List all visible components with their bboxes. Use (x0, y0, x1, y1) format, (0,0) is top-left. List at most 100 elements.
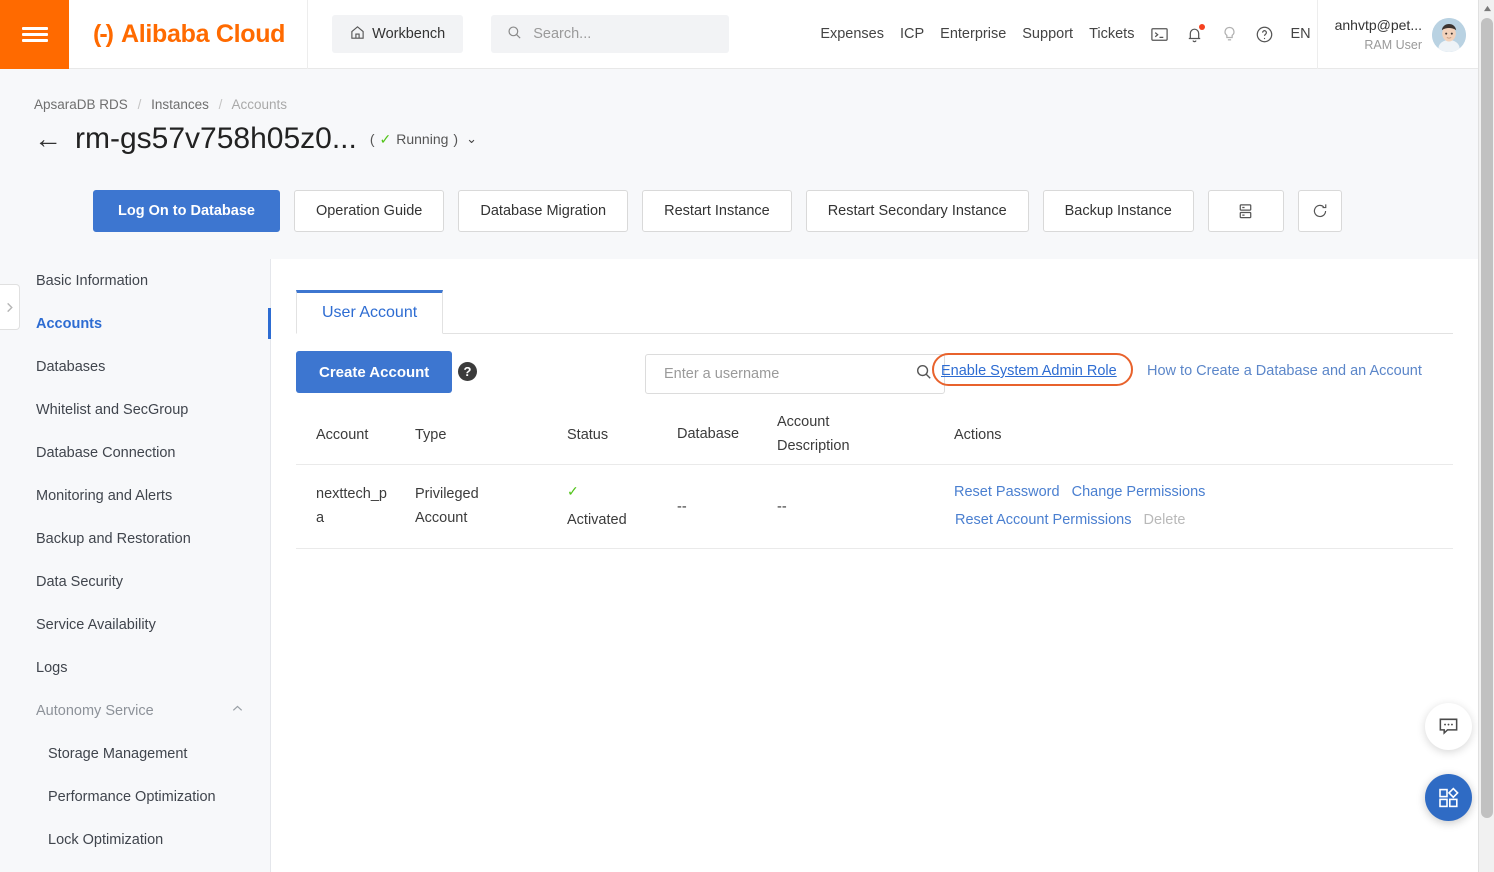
sidebar-item-storage-management[interactable]: Storage Management (0, 732, 270, 775)
user-name: anhvtp@pet... (1334, 17, 1422, 34)
instance-action-bar: Log On to Database Operation Guide Datab… (93, 190, 1342, 232)
scroll-up-arrow-icon[interactable] (1479, 0, 1494, 17)
brand-name: Alibaba Cloud (120, 20, 286, 48)
help-circle-icon[interactable]: ? (458, 362, 477, 381)
refresh-icon[interactable] (1297, 190, 1342, 232)
user-menu[interactable]: anhvtp@pet... RAM User (1316, 0, 1478, 69)
nav-support[interactable]: Support (1022, 26, 1073, 42)
chevron-down-icon: ⌄ (466, 131, 477, 146)
page-title: rm-gs57v758h05z0... (75, 122, 357, 155)
nav-expenses[interactable]: Expenses (820, 26, 884, 42)
accounts-table: Account Type Status Database Account Des… (296, 405, 1453, 549)
sidebar-item-data-security[interactable]: Data Security (0, 560, 270, 603)
home-icon (350, 25, 365, 44)
bell-badge (1199, 23, 1206, 30)
global-search-input[interactable]: Search... (491, 15, 730, 53)
sidebar-item-accounts[interactable]: Accounts (0, 302, 271, 345)
browser-scrollbar[interactable] (1478, 0, 1494, 872)
table-toolbar: Create Account ? Enter a username Enable… (296, 351, 1453, 397)
sidebar-collapse-toggle[interactable] (0, 284, 20, 330)
back-arrow-icon[interactable]: ← (34, 125, 62, 153)
terminal-icon[interactable] (1150, 25, 1169, 44)
sidebar-item-performance-optimization[interactable]: Performance Optimization (0, 775, 270, 818)
server-list-icon[interactable] (1207, 190, 1284, 232)
bell-icon[interactable] (1185, 23, 1206, 44)
table-header-row: Account Type Status Database Account Des… (296, 405, 1453, 465)
create-account-button[interactable]: Create Account (296, 351, 453, 393)
breadcrumb: ApsaraDB RDS / Instances / Accounts (34, 97, 287, 112)
avatar[interactable] (1432, 17, 1466, 52)
actions-line-1: Reset Password Change Permissions (954, 479, 1453, 507)
tab-bar: User Account (296, 290, 1453, 334)
sidebar-group-label: Autonomy Service (36, 702, 154, 719)
language-selector[interactable]: EN (1290, 26, 1310, 42)
lightbulb-icon[interactable] (1220, 25, 1239, 44)
check-icon: ✓ (567, 483, 579, 500)
reset-account-permissions-link[interactable]: Reset Account Permissions (955, 512, 1132, 528)
user-text: anhvtp@pet... RAM User (1335, 15, 1422, 53)
workbench-button[interactable]: Workbench (332, 15, 464, 53)
sidebar-item-monitoring-and-alerts[interactable]: Monitoring and Alerts (0, 474, 270, 517)
sidebar-item-logs[interactable]: Logs (0, 646, 270, 689)
breadcrumb-separator: / (218, 97, 223, 112)
log-on-to-database-button[interactable]: Log On to Database (93, 190, 280, 232)
breadcrumb-item-instances[interactable]: Instances (151, 97, 209, 112)
backup-instance-button[interactable]: Backup Instance (1042, 190, 1194, 232)
nav-enterprise[interactable]: Enterprise (940, 26, 1006, 42)
enable-system-admin-role-link[interactable]: Enable System Admin Role (941, 363, 1117, 379)
column-header-actions: Actions (954, 426, 1002, 443)
top-nav: Expenses ICP Enterprise Support Tickets (820, 0, 1316, 68)
search-icon[interactable] (916, 364, 932, 385)
reset-password-link[interactable]: Reset Password (954, 484, 1060, 500)
column-header-account: Account (316, 426, 369, 443)
brand-logo[interactable]: (-) Alibaba Cloud (69, 0, 309, 69)
status-paren-close: ) (453, 131, 459, 147)
change-permissions-link[interactable]: Change Permissions (1072, 484, 1206, 500)
page-root: (-) Alibaba Cloud Workbench Search... Ex… (0, 0, 1494, 872)
sidebar-item-service-availability[interactable]: Service Availability (0, 603, 270, 646)
status-paren-open: ( (369, 131, 375, 147)
nav-tickets[interactable]: Tickets (1089, 26, 1134, 42)
hamburger-icon[interactable] (0, 0, 69, 69)
sidebar-item-whitelist-and-secgroup[interactable]: Whitelist and SecGroup (0, 388, 270, 431)
search-icon (507, 25, 522, 44)
check-icon: ✓ (379, 130, 392, 147)
apps-grid-icon[interactable] (1425, 774, 1472, 821)
global-search-placeholder: Search... (533, 26, 592, 42)
status-label: Activated (567, 512, 627, 528)
help-circle-icon[interactable] (1255, 25, 1274, 44)
nav-icp[interactable]: ICP (900, 26, 924, 42)
content-card: User Account Create Account ? Enter a us… (271, 259, 1478, 872)
scrollbar-thumb[interactable] (1481, 18, 1493, 818)
cell-type: Privileged Account (415, 486, 479, 526)
sidebar-item-basic-information[interactable]: Basic Information (0, 259, 270, 302)
username-search-input[interactable]: Enter a username (645, 354, 945, 394)
restart-secondary-instance-button[interactable]: Restart Secondary Instance (805, 190, 1029, 232)
left-sidebar: Basic Information Accounts Databases Whi… (0, 259, 271, 872)
breadcrumb-item-apsaradb-rds[interactable]: ApsaraDB RDS (34, 97, 128, 112)
cell-database: -- (677, 498, 687, 515)
database-migration-button[interactable]: Database Migration (458, 190, 629, 232)
column-header-database: Database (677, 425, 740, 442)
sidebar-item-databases[interactable]: Databases (0, 345, 270, 388)
status-badge[interactable]: ( ✓ Running ) ⌄ (370, 131, 477, 148)
delete-link: Delete (1143, 511, 1186, 528)
workbench-label: Workbench (372, 26, 446, 42)
restart-instance-button[interactable]: Restart Instance (642, 190, 792, 232)
cell-actions: Reset Password Change Permissions Reset … (945, 479, 1453, 534)
sidebar-group-autonomy-service[interactable]: Autonomy Service (0, 689, 270, 732)
operation-guide-button[interactable]: Operation Guide (293, 190, 445, 232)
table-row: nexttech_pa Privileged Account ✓ Activat… (296, 465, 1453, 549)
tab-user-account[interactable]: User Account (296, 290, 444, 334)
breadcrumb-separator: / (137, 97, 142, 112)
chat-bubble-icon[interactable] (1425, 703, 1472, 750)
sidebar-item-database-connection[interactable]: Database Connection (0, 431, 270, 474)
how-to-create-database-account-link[interactable]: How to Create a Database and an Account (1147, 363, 1422, 379)
sidebar-item-lock-optimization[interactable]: Lock Optimization (0, 818, 270, 861)
column-header-account-description: Account Description (777, 414, 850, 454)
status-text: Running (396, 131, 449, 147)
alibaba-cloud-mark-icon: (-) (93, 20, 114, 48)
username-search-placeholder: Enter a username (664, 366, 780, 382)
breadcrumb-item-accounts: Accounts (231, 97, 287, 112)
sidebar-item-backup-and-restoration[interactable]: Backup and Restoration (0, 517, 270, 560)
